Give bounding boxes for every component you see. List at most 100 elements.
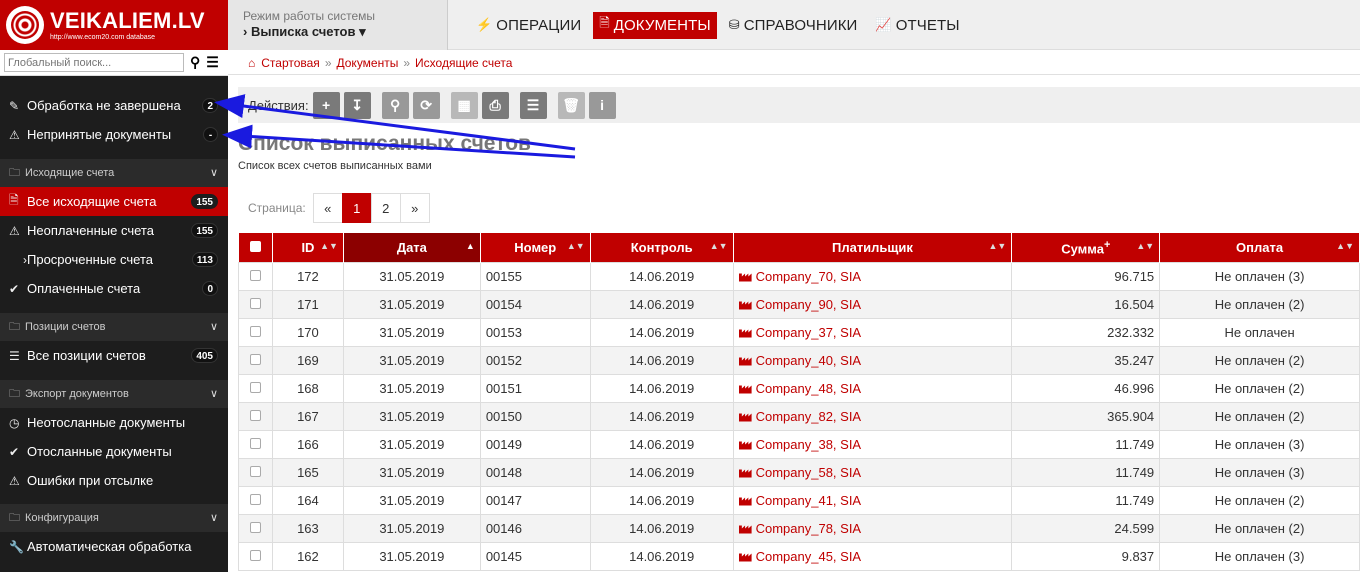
home-icon[interactable]: ⌂ (248, 56, 255, 70)
group-header-config[interactable]: 🗀 Конфигурация ∨ (0, 504, 228, 532)
search-icon[interactable]: ⚲ (190, 54, 200, 71)
column-header-payer[interactable]: Платильщик ▲▼ (733, 233, 1013, 262)
payer-link[interactable]: Company_40, SIA (756, 353, 862, 368)
table-row[interactable]: 162 31.05.2019 00145 14.06.2019 Company_45, … (238, 541, 1360, 571)
nav-references[interactable]: ⛁ СПРАВОЧНИКИ (723, 12, 864, 39)
sidebar-item-unaccepted[interactable]: ⚠ Непринятые документы - (0, 120, 228, 149)
payer-link[interactable]: Company_45, SIA (756, 549, 862, 564)
sidebar-item-unsent[interactable]: ◷ Неотосланные документы (0, 408, 228, 437)
table-row[interactable]: 168 31.05.2019 00151 14.06.2019 Company_48, … (238, 373, 1360, 403)
row-select-cell[interactable] (238, 401, 273, 431)
info-button[interactable]: i (588, 91, 616, 119)
row-checkbox[interactable] (249, 493, 261, 505)
row-checkbox[interactable] (249, 353, 261, 365)
column-header-id[interactable]: ID ▲▼ (272, 233, 344, 262)
global-search-input[interactable] (4, 53, 184, 72)
column-header-number[interactable]: Номер ▲▼ (480, 233, 591, 262)
sidebar-item-all-outgoing[interactable]: 🗎 Все исходящие счета 155 (0, 187, 228, 216)
column-header-payment[interactable]: Оплата ▲▼ (1159, 233, 1360, 262)
pagination-next[interactable]: » (399, 193, 430, 223)
group-header-export[interactable]: 🗀 Экспорт документов ∨ (0, 380, 228, 408)
group-header-outgoing[interactable]: 🗀 Исходящие счета ∨ (0, 159, 228, 187)
add-button[interactable]: + (312, 91, 340, 119)
pagination-page-1[interactable]: 1 (341, 193, 372, 223)
sidebar-item-all-positions[interactable]: ☰ Все позиции счетов 405 (0, 341, 228, 370)
sidebar-item-unpaid[interactable]: ⚠ Неоплаченные счета 155 (0, 216, 228, 245)
cell-payer[interactable]: Company_90, SIA (732, 289, 1013, 319)
select-all-header[interactable] (238, 233, 273, 262)
cell-payer[interactable]: Company_78, SIA (732, 513, 1013, 543)
breadcrumb-home[interactable]: Стартовая (261, 56, 320, 70)
sidebar-item-paid[interactable]: ✔ Оплаченные счета 0 (0, 274, 228, 303)
sidebar-item-auto-processing[interactable]: 🔧 Автоматическая обработка (0, 532, 228, 561)
cell-payer[interactable]: Company_41, SIA (732, 485, 1013, 515)
payer-link[interactable]: Company_37, SIA (756, 325, 862, 340)
group-header-positions[interactable]: 🗀 Позиции счетов ∨ (0, 313, 228, 341)
table-row[interactable]: 169 31.05.2019 00152 14.06.2019 Company_40, … (238, 345, 1360, 375)
payer-link[interactable]: Company_90, SIA (756, 297, 862, 312)
row-checkbox[interactable] (249, 437, 261, 449)
refresh-button[interactable]: ⟳ (412, 91, 440, 119)
download-button[interactable]: ↧ (343, 91, 371, 119)
table-row[interactable]: 167 31.05.2019 00150 14.06.2019 Company_82, … (238, 401, 1360, 431)
table-row[interactable]: 164 31.05.2019 00147 14.06.2019 Company_41, … (238, 485, 1360, 515)
row-select-cell[interactable] (238, 317, 273, 347)
row-checkbox[interactable] (249, 325, 261, 337)
row-select-cell[interactable] (238, 373, 273, 403)
payer-link[interactable]: Company_58, SIA (756, 465, 862, 480)
payer-link[interactable]: Company_41, SIA (756, 493, 862, 508)
column-header-control[interactable]: Контроль ▲▼ (590, 233, 734, 262)
row-select-cell[interactable] (238, 457, 273, 487)
search-button[interactable]: ⚲ (381, 91, 409, 119)
brand-header[interactable]: VEIKALIEM.LV http://www.ecom20.com datab… (0, 0, 228, 50)
nav-documents[interactable]: 🗎 ДОКУМЕНТЫ (593, 11, 717, 39)
table-row[interactable]: 163 31.05.2019 00146 14.06.2019 Company_78, … (238, 513, 1360, 543)
sidebar-item-sent[interactable]: ✔ Отосланные документы (0, 437, 228, 466)
column-header-date[interactable]: Дата ▲ (343, 233, 481, 262)
payer-link[interactable]: Company_48, SIA (756, 381, 862, 396)
columns-button[interactable]: ☰ (519, 91, 547, 119)
cell-payer[interactable]: Company_82, SIA (732, 401, 1013, 431)
payer-link[interactable]: Company_82, SIA (756, 409, 862, 424)
table-row[interactable]: 171 31.05.2019 00154 14.06.2019 Company_90, … (238, 289, 1360, 319)
nav-reports[interactable]: 📈 ОТЧЕТЫ (869, 12, 965, 39)
pagination-page-2[interactable]: 2 (370, 193, 401, 223)
sidebar-item-overdue[interactable]: › Просроченные счета 113 (0, 245, 228, 274)
delete-button[interactable]: 🗑 (557, 91, 585, 119)
row-select-cell[interactable] (238, 261, 273, 291)
row-select-cell[interactable] (238, 513, 273, 543)
cell-payer[interactable]: Company_38, SIA (732, 429, 1013, 459)
row-checkbox[interactable] (249, 269, 261, 281)
payer-link[interactable]: Company_78, SIA (756, 521, 862, 536)
excel-export-button[interactable]: ▦ (450, 91, 478, 119)
cell-payer[interactable]: Company_37, SIA (732, 317, 1013, 347)
nav-operations[interactable]: ⚡ ОПЕРАЦИИ (470, 12, 587, 39)
row-checkbox[interactable] (249, 409, 261, 421)
column-header-sum[interactable]: Сумма+ ▲▼ (1011, 233, 1161, 262)
row-checkbox[interactable] (249, 297, 261, 309)
payer-link[interactable]: Company_38, SIA (756, 437, 862, 452)
sidebar-item-send-errors[interactable]: ⚠ Ошибки при отсылке (0, 466, 228, 495)
table-row[interactable]: 166 31.05.2019 00149 14.06.2019 Company_38, … (238, 429, 1360, 459)
cell-payer[interactable]: Company_45, SIA (732, 541, 1013, 571)
row-select-cell[interactable] (238, 429, 273, 459)
cell-payer[interactable]: Company_48, SIA (732, 373, 1013, 403)
cell-payer[interactable]: Company_70, SIA (732, 261, 1013, 291)
sidebar-item-unfinished[interactable]: ✎ Обработка не завершена 2 (0, 91, 228, 120)
table-row[interactable]: 165 31.05.2019 00148 14.06.2019 Company_58, … (238, 457, 1360, 487)
table-row[interactable]: 170 31.05.2019 00153 14.06.2019 Company_37, … (238, 317, 1360, 347)
cell-payer[interactable]: Company_58, SIA (732, 457, 1013, 487)
breadcrumb-outgoing[interactable]: Исходящие счета (415, 56, 512, 70)
row-checkbox[interactable] (249, 549, 261, 561)
payer-link[interactable]: Company_70, SIA (756, 269, 862, 284)
row-select-cell[interactable] (238, 345, 273, 375)
select-all-checkbox[interactable] (249, 240, 261, 252)
breadcrumb-documents[interactable]: Документы (337, 56, 399, 70)
print-button[interactable]: ⎙ (481, 91, 509, 119)
system-mode-selector[interactable]: Режим работы системы › Выписка счетов ▾ (228, 0, 448, 50)
row-checkbox[interactable] (249, 521, 261, 533)
row-select-cell[interactable] (238, 485, 273, 515)
menu-icon[interactable]: ☰ (206, 54, 219, 71)
table-row[interactable]: 172 31.05.2019 00155 14.06.2019 Company_70, … (238, 261, 1360, 291)
pagination-prev[interactable]: « (312, 193, 343, 223)
